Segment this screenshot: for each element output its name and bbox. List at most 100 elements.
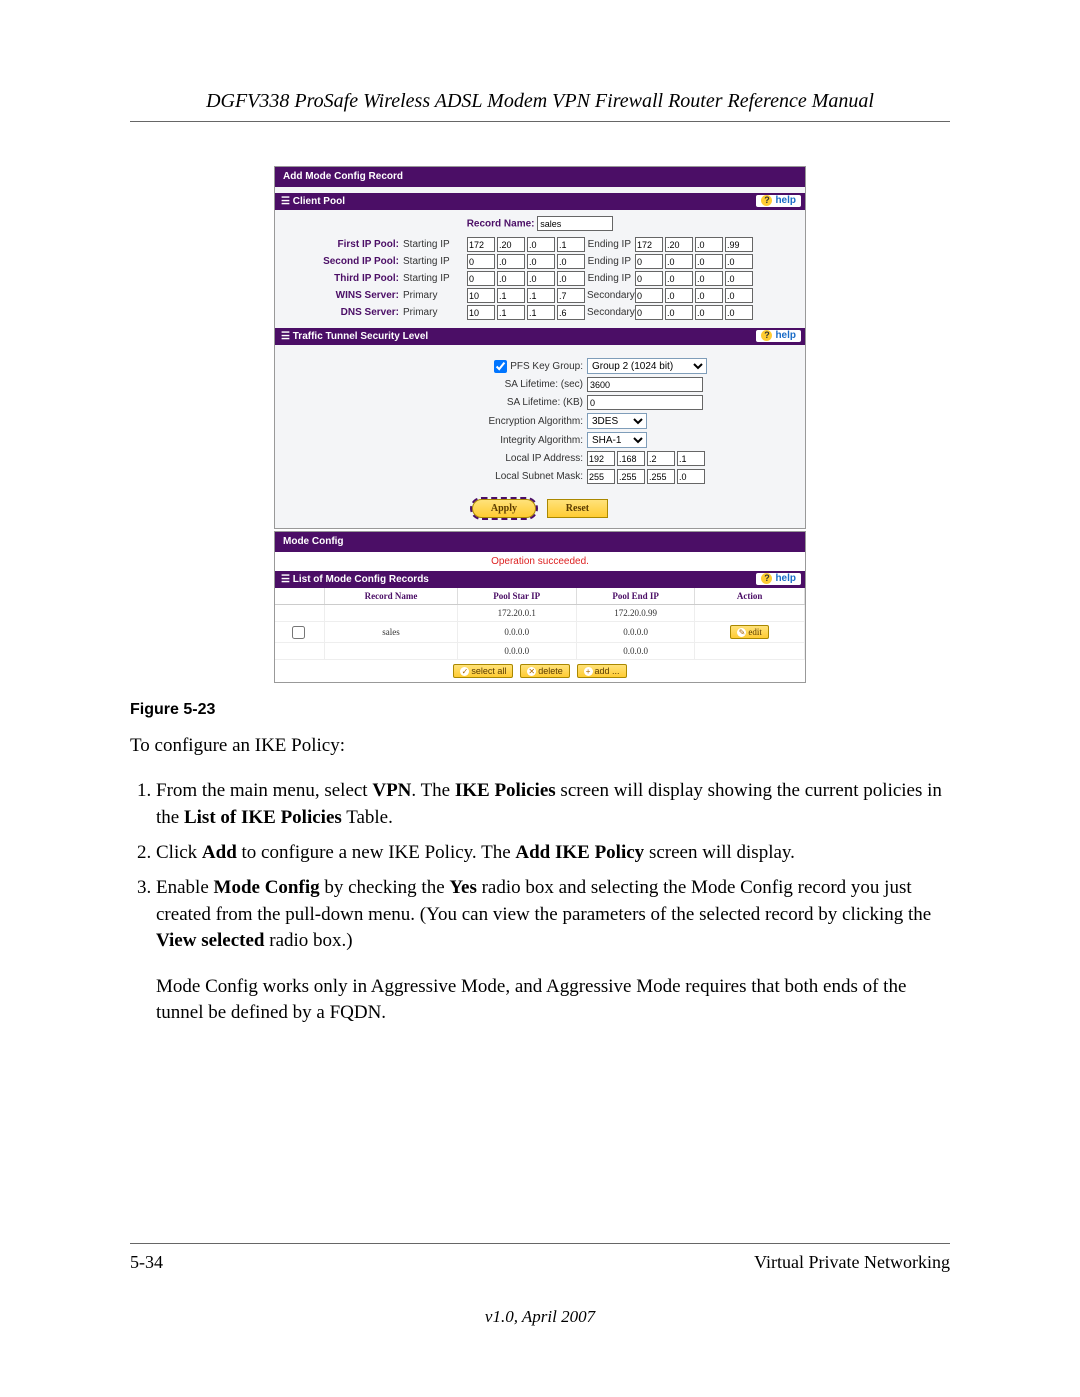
r0b-oct2[interactable] [695, 237, 723, 252]
r3b-oct2[interactable] [695, 288, 723, 303]
pencil-icon: ✎ [737, 628, 746, 637]
r3a-oct2[interactable] [527, 288, 555, 303]
r0b-oct1[interactable] [665, 237, 693, 252]
r4a-oct0[interactable] [467, 305, 495, 320]
row-label: DNS Server: [283, 307, 403, 318]
reset-button[interactable]: Reset [547, 499, 608, 518]
r2a-oct1[interactable] [497, 271, 525, 286]
r4b-oct0[interactable] [635, 305, 663, 320]
intro-text: To configure an IKE Policy: [130, 733, 950, 759]
r4a-oct1[interactable] [497, 305, 525, 320]
r4b-oct3[interactable] [725, 305, 753, 320]
help-link-2[interactable]: ?help [756, 330, 801, 342]
r2a-oct3[interactable] [557, 271, 585, 286]
int-select[interactable]: SHA-1 [587, 432, 647, 448]
r4b-oct2[interactable] [695, 305, 723, 320]
lsm-oct2[interactable] [647, 469, 675, 484]
r3b-oct1[interactable] [665, 288, 693, 303]
r3a-oct1[interactable] [497, 288, 525, 303]
enc-label: Encryption Algorithm: [283, 416, 587, 427]
pfs-select[interactable]: Group 2 (1024 bit) [587, 358, 707, 374]
sub-label-2: Ending IP [587, 273, 635, 284]
lip-oct0[interactable] [587, 451, 615, 466]
records-table: Record NamePool Star IPPool End IPAction… [275, 588, 805, 660]
r4a-oct2[interactable] [527, 305, 555, 320]
r2b-oct3[interactable] [725, 271, 753, 286]
delete-button[interactable]: ✕delete [520, 664, 570, 678]
lsm-oct0[interactable] [587, 469, 615, 484]
help-link-3[interactable]: ?help [756, 573, 801, 585]
help-link[interactable]: ?help [756, 195, 801, 207]
add-mode-config-panel: Add Mode Config Record ☰ Client Pool ?he… [274, 166, 806, 529]
lip-oct3[interactable] [677, 451, 705, 466]
r3a-oct3[interactable] [557, 288, 585, 303]
table-row: 172.20.0.1172.20.0.99 [275, 605, 805, 622]
r0a-oct3[interactable] [557, 237, 585, 252]
sub-label-2: Secondary [587, 290, 635, 301]
sa-sec-input[interactable] [587, 377, 703, 392]
r1a-oct1[interactable] [497, 254, 525, 269]
check-icon: ✓ [460, 667, 469, 676]
record-name-input[interactable] [537, 216, 613, 231]
r1b-oct3[interactable] [725, 254, 753, 269]
r0a-oct1[interactable] [497, 237, 525, 252]
r1b-oct0[interactable] [635, 254, 663, 269]
edit-button[interactable]: ✎edit [730, 625, 769, 639]
r0b-oct3[interactable] [725, 237, 753, 252]
table-row: 0.0.0.00.0.0.0 [275, 643, 805, 660]
r4b-oct1[interactable] [665, 305, 693, 320]
r4a-oct3[interactable] [557, 305, 585, 320]
r1b-oct1[interactable] [665, 254, 693, 269]
row-label: Third IP Pool: [283, 273, 403, 284]
table-cell: 0.0.0.0 [457, 643, 576, 660]
sa-kb-label: SA Lifetime: (KB) [283, 397, 587, 408]
r1b-oct2[interactable] [695, 254, 723, 269]
pfs-checkbox[interactable] [494, 360, 507, 373]
table-header: Record Name [325, 588, 457, 605]
add-button[interactable]: +add ... [577, 664, 627, 678]
table-header: Pool Star IP [457, 588, 576, 605]
r0a-oct0[interactable] [467, 237, 495, 252]
enc-select[interactable]: 3DES [587, 413, 647, 429]
help-icon: ? [761, 573, 772, 584]
r0b-oct0[interactable] [635, 237, 663, 252]
r3b-oct3[interactable] [725, 288, 753, 303]
apply-button[interactable]: Apply [472, 499, 536, 518]
table-header [275, 588, 325, 605]
r1a-oct0[interactable] [467, 254, 495, 269]
lsm-oct3[interactable] [677, 469, 705, 484]
mode-config-panel: Mode Config Operation succeeded. ☰ List … [274, 531, 806, 683]
tab-mode-config[interactable]: Mode Config [275, 532, 352, 551]
r2b-oct2[interactable] [695, 271, 723, 286]
lsm-oct1[interactable] [617, 469, 645, 484]
r2b-oct0[interactable] [635, 271, 663, 286]
row-label: First IP Pool: [283, 239, 403, 250]
lip-oct1[interactable] [617, 451, 645, 466]
pfs-label: PFS Key Group: [510, 361, 583, 372]
r3a-oct0[interactable] [467, 288, 495, 303]
table-cell [325, 643, 457, 660]
table-header: Action [695, 588, 805, 605]
lip-oct2[interactable] [647, 451, 675, 466]
page-footer: 5-34 Virtual Private Networking v1.0, Ap… [130, 1243, 950, 1327]
select-all-button[interactable]: ✓select all [453, 664, 513, 678]
r1a-oct3[interactable] [557, 254, 585, 269]
r3b-oct0[interactable] [635, 288, 663, 303]
tab-add-mode-config[interactable]: Add Mode Config Record [275, 167, 411, 186]
page-header: DGFV338 ProSafe Wireless ADSL Modem VPN … [130, 90, 950, 122]
sub-label: Starting IP [403, 256, 467, 267]
r2a-oct2[interactable] [527, 271, 555, 286]
record-name-label: Record Name: [467, 219, 535, 230]
r0a-oct2[interactable] [527, 237, 555, 252]
int-label: Integrity Algorithm: [283, 435, 587, 446]
figure-caption: Figure 5-23 [130, 701, 950, 719]
r2a-oct0[interactable] [467, 271, 495, 286]
table-cell: 172.20.0.99 [576, 605, 695, 622]
local-ip-label: Local IP Address: [283, 453, 587, 464]
steps-list: From the main menu, select VPN. The IKE … [130, 778, 950, 956]
sa-kb-input[interactable] [587, 395, 703, 410]
row-checkbox[interactable] [292, 626, 305, 639]
r2b-oct1[interactable] [665, 271, 693, 286]
r1a-oct2[interactable] [527, 254, 555, 269]
plus-icon: + [584, 667, 593, 676]
